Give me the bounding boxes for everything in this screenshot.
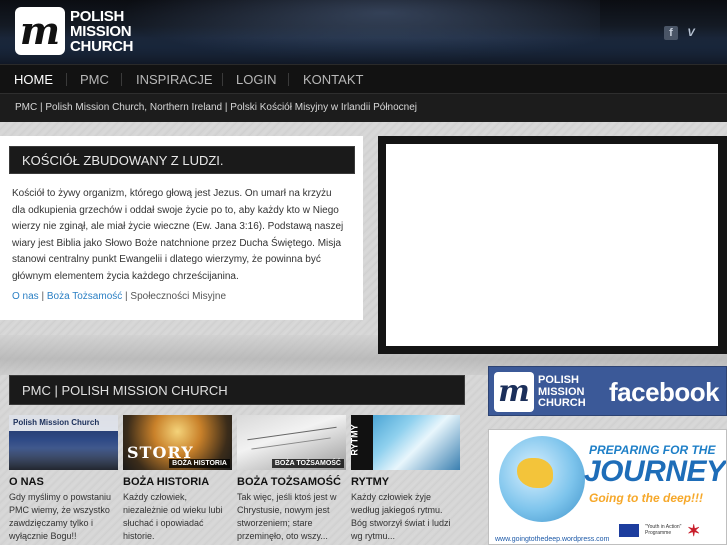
video-frame[interactable] [386,144,718,346]
main-nav: HOME PMC INSPIRACJE LOGIN KONTAKT [0,64,727,93]
journey-subtitle: Going to the deep!!! [589,491,703,505]
nav-divider [121,73,122,86]
intro-body: Kościół to żywy organizm, którego głową … [12,188,344,282]
journey-banner[interactable]: PREPARING FOR THE JOURNEY Going to the d… [488,429,727,545]
youth-in-action-label: "Youth in Action" Programme [645,524,682,536]
thumb-caption: BOŻA TOŻSAMOŚĆ [271,459,344,468]
link-o-nas[interactable]: O nas [12,291,39,302]
journey-url[interactable]: www.goingtothedeep.wordpress.com [495,536,609,543]
thumb-caption: Polish Mission Church [13,418,100,427]
card-o-nas[interactable]: Polish Mission Church O NAS Gdy myślimy … [9,415,118,543]
thumb-caption: RYTMY [351,424,360,456]
intro-panel: KOŚCIÓŁ ZBUDOWANY Z LUDZI. Kościół to ży… [0,136,363,320]
card-boza-tozsamosc[interactable]: BOŻA TOŻSAMOŚĆ BOŻA TOŻSAMOŚĆ Tak więc, … [237,415,346,543]
video-player[interactable] [378,136,727,354]
card-title[interactable]: O NAS [9,476,118,488]
breadcrumb-text: PMC | Polish Mission Church, Northern Ir… [15,102,418,113]
facebook-banner[interactable]: m POLISH MISSION CHURCH facebook [488,366,727,416]
card-title[interactable]: BOŻA TOŻSAMOŚĆ [237,476,346,488]
thumb-caption: BOŻA HISTORIA [169,459,230,468]
thumb-scribble [251,437,331,450]
fb-line-3: CHURCH [538,397,586,409]
card-thumbnail[interactable]: BOŻA TOŻSAMOŚĆ [237,415,346,470]
eu-flag-icon [619,524,639,537]
card-text: Tak więc, jeśli ktoś jest w Chrystusie, … [237,492,337,541]
nav-divider [222,73,223,86]
link-spolecznosci-misyjne[interactable]: Społeczności Misyjne [130,291,226,302]
card-title[interactable]: RYTMY [351,476,460,488]
logo-mark-icon: m [15,7,65,55]
site-header: m POLISH MISSION CHURCH f V [0,0,727,64]
nav-divider [288,73,289,86]
site-logo[interactable]: m POLISH MISSION CHURCH [15,7,134,55]
fb-church-name: POLISH MISSION CHURCH [538,374,586,410]
card-boza-historia[interactable]: STORY BOŻA HISTORIA BOŻA HISTORIA Każdy … [123,415,232,543]
vimeo-icon[interactable]: V [684,26,698,40]
card-title[interactable]: BOŻA HISTORIA [123,476,232,488]
nav-item-pmc[interactable]: PMC [80,65,109,94]
thumb-crowd [9,448,118,470]
nav-item-inspiracje[interactable]: INSPIRACJE [136,65,213,94]
facebook-wordmark: facebook [609,377,720,407]
intro-links: O nas | Boża Tożsamość | Społeczności Mi… [12,291,226,302]
intro-title: KOŚCIÓŁ ZBUDOWANY Z LUDZI. [9,146,355,174]
journey-title: JOURNEY [584,455,726,488]
fb-line-1: POLISH [538,374,579,386]
nav-item-kontakt[interactable]: KONTAKT [303,65,363,94]
logo-line-3: CHURCH [70,37,134,55]
link-boza-tozsamosc[interactable]: Boża Tożsamość [47,291,122,302]
logo-mark-icon: m [494,372,534,412]
logo-line-2: MISSION [70,22,132,40]
card-thumbnail[interactable]: Polish Mission Church [9,415,118,470]
nav-item-home[interactable]: HOME [14,65,53,94]
card-text: Każdy człowiek żyje według jakiegoś rytm… [351,492,451,541]
logo-text: POLISH MISSION CHURCH [70,7,134,55]
youth-figure-icon: ✶ [687,523,701,540]
logo-line-1: POLISH [70,7,125,25]
globe-land [517,458,553,488]
nav-divider [66,73,67,86]
card-text: Gdy myślimy o powstaniu PMC wiemy, że ws… [9,492,112,541]
card-text: Każdy człowiek, niezależnie od wieku lub… [123,492,223,541]
section-title: PMC | POLISH MISSION CHURCH [9,375,465,405]
card-thumbnail[interactable]: STORY BOŻA HISTORIA [123,415,232,470]
card-thumbnail[interactable]: RYTMY [351,415,460,470]
facebook-icon[interactable]: f [664,26,678,40]
nav-item-login[interactable]: LOGIN [236,65,276,94]
card-rytmy[interactable]: RYTMY RYTMY Każdy człowiek żyje według j… [351,415,460,543]
breadcrumb: PMC | Polish Mission Church, Northern Ir… [0,93,727,122]
link-separator: | [38,291,47,302]
globe-icon [499,436,585,522]
